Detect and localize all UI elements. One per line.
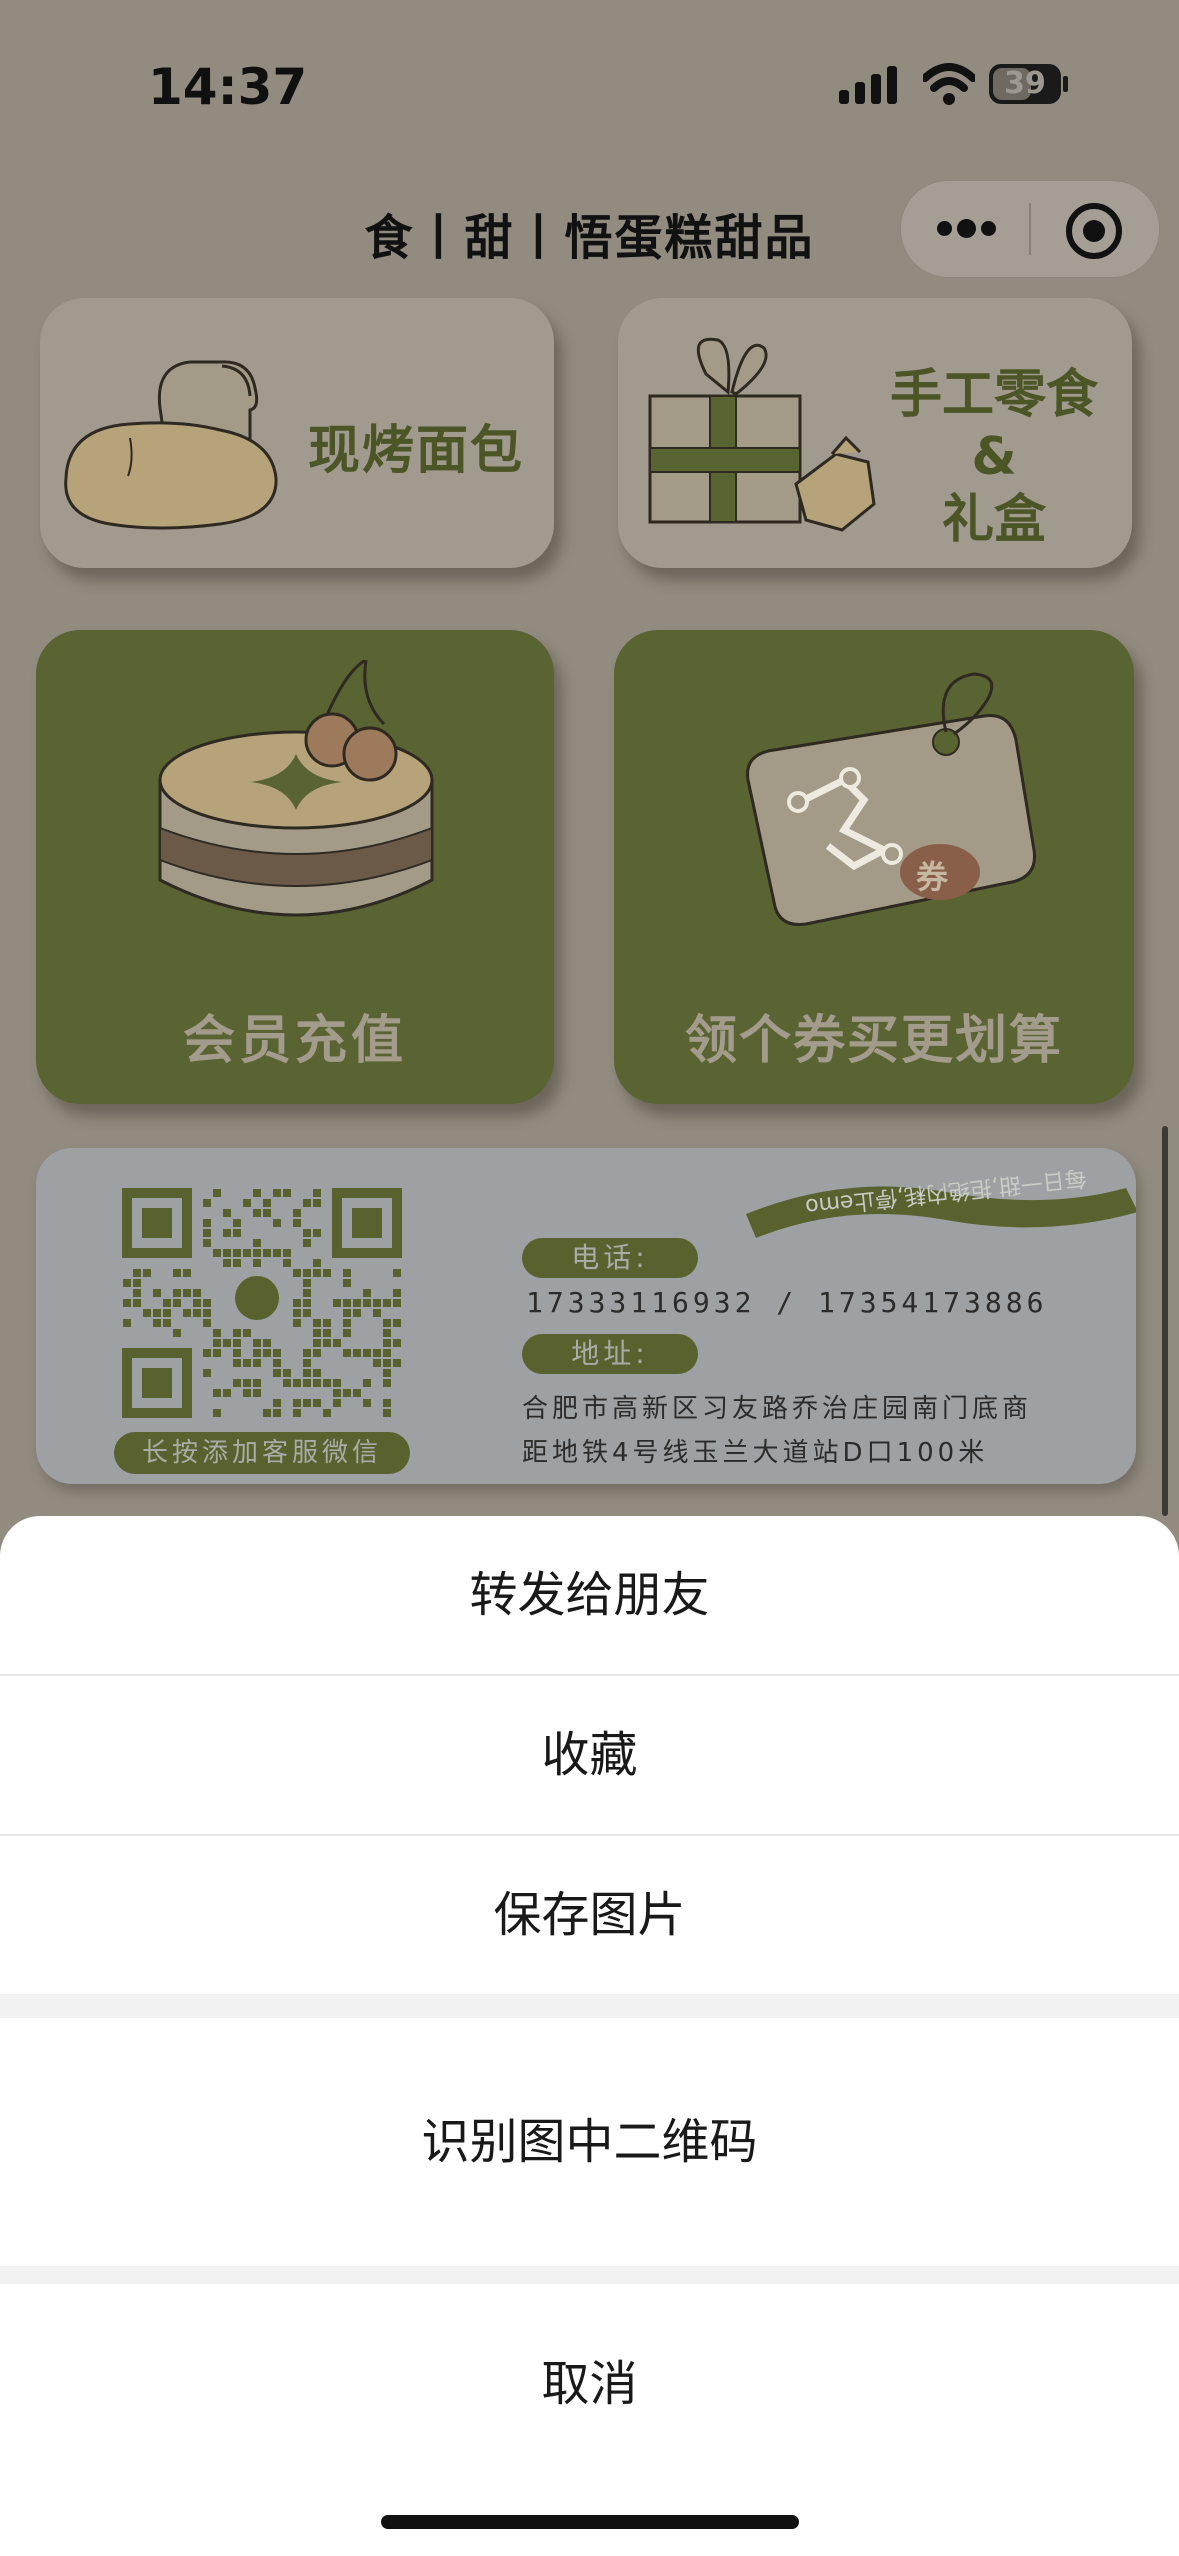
menu-label-coupon: 领个券买更划算 [684,1011,1063,1071]
cake-icon [158,660,434,917]
favorite-button[interactable]: 收藏 [0,1676,1179,1834]
menu-label-bread: 现烤面包 [308,421,525,481]
contact-card[interactable]: 长按添加客服微信 每日一甜,拒绝内耗,停止emo 电话: 17333116932… [36,1148,1136,1484]
address-line-2: 距地铁4号线玉兰大道站D口100米 [522,1438,989,1468]
wifi-icon [923,63,975,105]
home-indicator [381,2515,799,2529]
wechat-logo-icon [235,1276,279,1320]
gift-box-icon [648,337,876,532]
cancel-button[interactable]: 取消 [0,2284,1179,2484]
more-icon[interactable] [937,219,997,239]
bread-icon [64,360,278,530]
address-label: 地址: [522,1334,698,1374]
status-icons: 39 [839,60,1079,110]
status-time: 14:37 [148,58,308,116]
action-sheet: 转发给朋友 收藏 保存图片 识别图中二维码 取消 [0,1516,1179,2556]
phone-label: 电话: [522,1238,698,1278]
scan-qr-button[interactable]: 识别图中二维码 [0,2018,1179,2266]
qr-caption: 长按添加客服微信 [114,1432,410,1474]
wechat-qr-code[interactable] [122,1188,402,1418]
battery-icon: 39 [989,64,1061,104]
coupon-badge: 券 [916,858,949,896]
signal-icon [839,66,899,104]
menu-card-membership[interactable]: 会员充值 [36,630,554,1104]
close-miniprogram-icon[interactable] [1066,203,1122,259]
coupon-tag-icon [746,672,1037,927]
menu-label-membership: 会员充值 [182,1011,407,1071]
address-line-1: 合肥市高新区习友路乔治庄园南门底商 [522,1394,1033,1424]
menu-card-bread[interactable]: 现烤面包 [40,298,554,568]
scrollbar[interactable] [1162,1126,1168,1516]
menu-card-coupon[interactable]: 券 领个券买更划算 [614,630,1134,1104]
menu-label-gift: 手工零食 & 礼盒 [889,365,1098,550]
battery-level: 39 [1004,66,1046,101]
miniprogram-capsule [900,180,1160,278]
forward-to-friend-button[interactable]: 转发给朋友 [0,1516,1179,1674]
save-image-button[interactable]: 保存图片 [0,1836,1179,1994]
phone-numbers[interactable]: 17333116932 / 17354173886 [526,1286,1047,1319]
menu-card-gift[interactable]: 手工零食 & 礼盒 [618,298,1132,568]
